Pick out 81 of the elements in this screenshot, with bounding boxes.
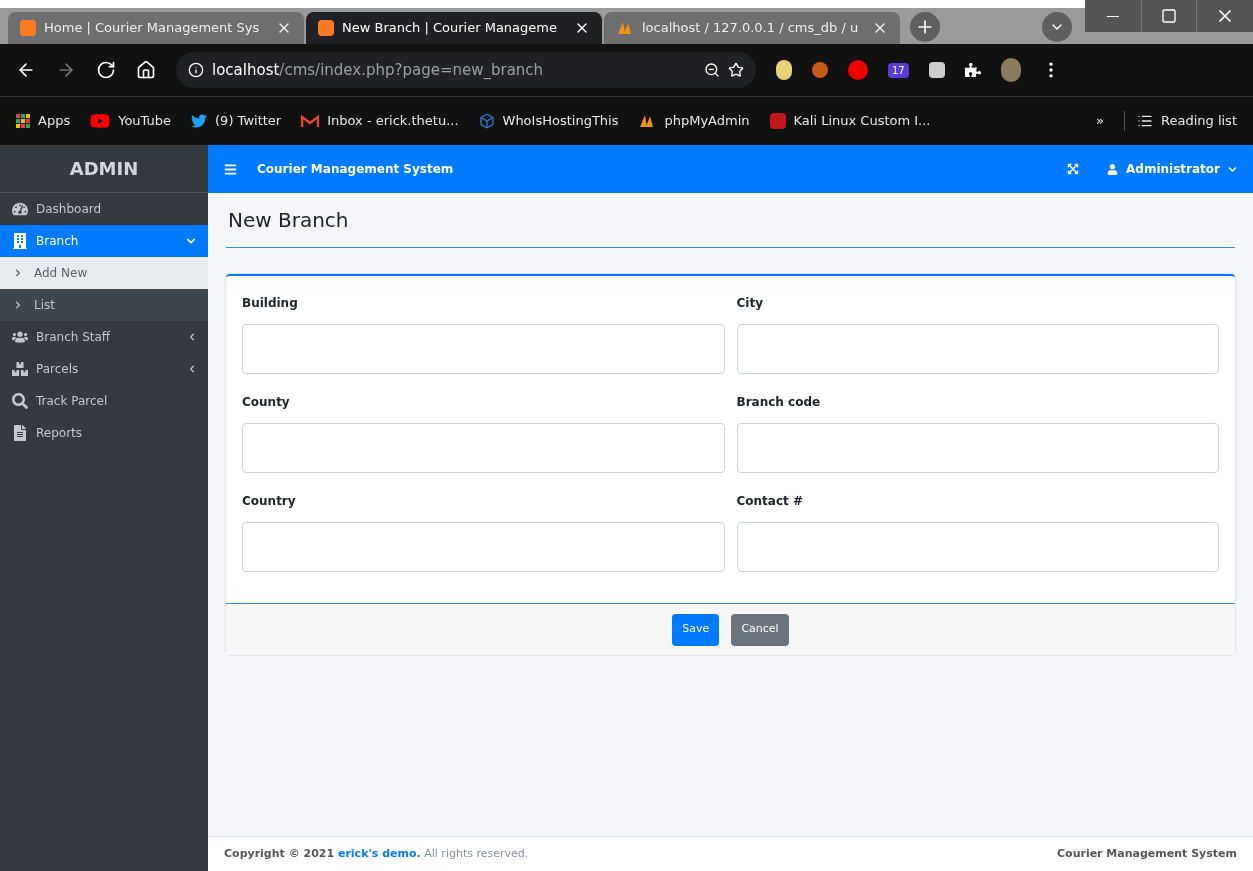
zoom-out-icon[interactable] <box>704 62 720 78</box>
chevron-icon <box>14 301 22 309</box>
star-icon[interactable] <box>728 62 744 78</box>
app-title: Courier Management System <box>257 161 454 178</box>
youtube-logo-icon <box>90 111 111 131</box>
input-field[interactable] <box>242 324 725 374</box>
address-bar[interactable]: localhost/cms/index.php?page=new_branch <box>176 52 756 88</box>
home-icon[interactable] <box>136 60 156 80</box>
users-icon <box>12 329 28 345</box>
user-icon <box>1107 163 1119 175</box>
apps-grid-icon <box>16 114 30 128</box>
nav-item[interactable]: Track Parcel <box>0 385 208 417</box>
nav-item[interactable]: Branch Staff <box>0 321 208 353</box>
building-icon <box>12 233 28 249</box>
extension-badge[interactable]: 17 <box>888 62 909 78</box>
nav-subitem[interactable]: Add New <box>0 257 208 289</box>
bookmark[interactable]: Apps <box>16 111 71 131</box>
nav-item[interactable]: Parcels <box>0 353 208 385</box>
bookmark[interactable]: Inbox - erick.thetu... <box>301 111 459 131</box>
tab-title: Home | Courier Management Sys <box>44 19 261 38</box>
tab-title: localhost / 127.0.0.1 / cms_db / u <box>642 19 860 38</box>
tab-title: New Branch | Courier Manageme <box>342 19 558 38</box>
nav-item[interactable]: Dashboard <box>0 193 208 225</box>
user-menu[interactable]: Administrator <box>1107 160 1237 178</box>
footer-app-name: Courier Management System <box>1057 845 1237 862</box>
browser-tab[interactable]: localhost / 127.0.0.1 / cms_db / u <box>604 12 900 44</box>
mail-logo-icon <box>301 114 320 128</box>
brand-title: ADMIN <box>69 157 139 181</box>
field-label: Country <box>242 493 297 510</box>
fullscreen-icon[interactable] <box>1067 163 1080 175</box>
browser-tab[interactable]: New Branch | Courier Manageme <box>306 12 602 44</box>
field-label: Contact # <box>736 493 804 510</box>
input-field[interactable] <box>736 324 1219 374</box>
bookmark[interactable]: YouTube <box>90 111 172 131</box>
new-tab-button[interactable] <box>910 12 940 42</box>
puzzle-icon[interactable] <box>964 62 981 78</box>
nav-item[interactable]: Reports <box>0 417 208 449</box>
field-label: Building <box>242 295 299 312</box>
field-label: Branch code <box>736 394 822 411</box>
input-field[interactable] <box>242 423 725 473</box>
input-field[interactable] <box>242 522 725 572</box>
input-field[interactable] <box>736 522 1219 572</box>
cancel-button[interactable]: Cancel <box>731 613 789 646</box>
footer-link[interactable]: erick's demo. <box>337 846 421 860</box>
minimize-icon <box>1107 15 1119 17</box>
copyright-text: Copyright © 2021 erick's demo. All rights reserved. <box>224 845 529 862</box>
nav-item[interactable]: Branch <box>0 225 208 257</box>
field-label: City <box>736 295 764 312</box>
list-icon <box>1137 113 1153 129</box>
adblock-icon[interactable] <box>848 60 868 80</box>
maximize-button[interactable] <box>1141 0 1197 32</box>
avatar[interactable] <box>1000 58 1021 82</box>
input-field[interactable] <box>736 423 1219 473</box>
bookmark[interactable]: (9) Twitter <box>191 111 282 131</box>
maximize-icon <box>1161 8 1177 24</box>
gauge-icon <box>12 201 28 217</box>
page-title: New Branch <box>228 207 349 234</box>
save-button[interactable]: Save <box>672 613 720 646</box>
bird-logo-icon <box>191 113 208 129</box>
bookmark[interactable]: Kali Linux Custom I... <box>769 111 931 131</box>
url-text: localhost/cms/index.php?page=new_branch <box>212 59 544 81</box>
bookmarks-overflow[interactable]: » <box>1096 111 1104 131</box>
search-icon <box>12 393 28 409</box>
boxes-icon <box>12 361 28 377</box>
chevron-icon <box>14 269 22 277</box>
sailboat-logo-icon <box>616 20 634 36</box>
close-window-button[interactable] <box>1197 0 1253 32</box>
extension-icon[interactable] <box>928 62 945 78</box>
reload-icon[interactable] <box>96 60 116 80</box>
reading-list-button[interactable]: Reading list <box>1124 111 1237 131</box>
file-icon <box>12 425 28 441</box>
tab-search-button[interactable] <box>1042 12 1072 42</box>
nav-subitem[interactable]: List <box>0 289 208 321</box>
bookmark[interactable]: WhoIsHostingThis <box>478 111 619 131</box>
browser-tab[interactable]: Home | Courier Management Sys <box>8 12 304 44</box>
caret-icon <box>1228 164 1237 174</box>
field-label: County <box>242 394 291 411</box>
cube-icon <box>478 113 495 129</box>
info-icon <box>188 62 204 78</box>
bookmark[interactable]: phpMyAdmin <box>638 111 750 131</box>
extension-icon[interactable] <box>776 60 792 80</box>
